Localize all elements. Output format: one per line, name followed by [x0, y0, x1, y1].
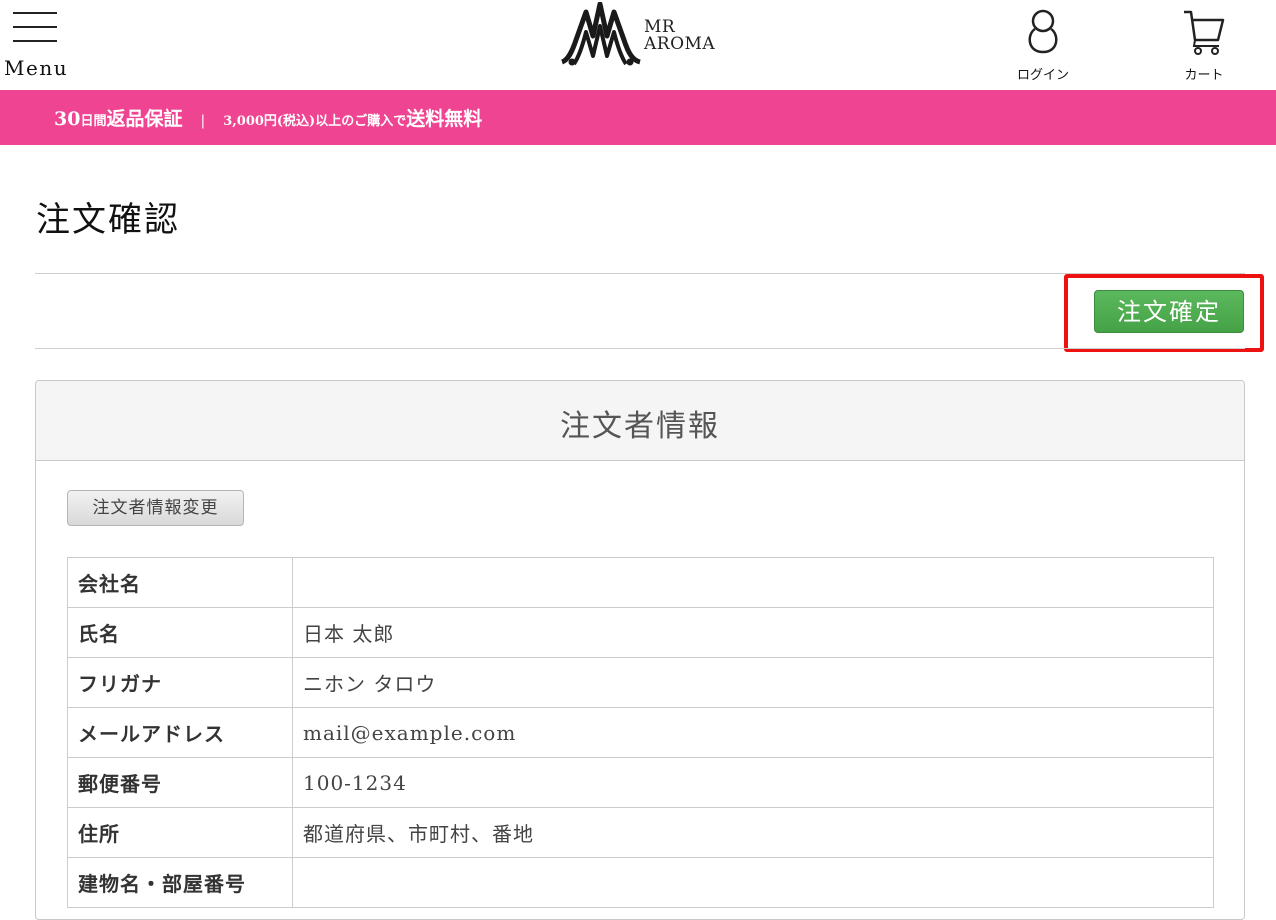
cart-button[interactable]: カート	[1168, 6, 1240, 86]
banner-days-unit: 日間	[80, 114, 107, 129]
banner-separator: |	[200, 113, 206, 129]
table-row: フリガナ ニホン タロウ	[67, 657, 1214, 708]
user-icon	[1028, 9, 1058, 54]
row-label: 住所	[67, 807, 293, 858]
logo-text: MR AROMA	[644, 19, 715, 53]
panel-header: 注文者情報	[36, 381, 1244, 461]
menu-label: Menu	[4, 56, 69, 80]
table-row: 氏名 日本 太郎	[67, 607, 1214, 658]
menu-icon	[13, 12, 57, 42]
table-row: 会社名	[67, 557, 1214, 608]
banner-guarantee: 返品保証	[106, 108, 183, 130]
row-label: 郵便番号	[67, 757, 293, 808]
table-row: メールアドレス mail@example.com	[67, 707, 1214, 758]
row-value: 都道府県、市町村、番地	[292, 807, 1214, 858]
row-value: ニホン タロウ	[292, 657, 1214, 708]
row-value: 日本 太郎	[292, 607, 1214, 658]
banner-free-shipping: 送料無料	[406, 108, 483, 130]
divider	[35, 273, 1245, 274]
site-header: Menu MR AROMA ログイン カート	[0, 0, 1276, 90]
row-label: 氏名	[67, 607, 293, 658]
row-label: 建物名・部屋番号	[67, 857, 293, 908]
row-value	[292, 857, 1214, 908]
row-label: メールアドレス	[67, 707, 293, 758]
logo-mark-icon	[560, 2, 641, 66]
site-logo[interactable]: MR AROMA	[560, 2, 730, 68]
confirm-order-button[interactable]: 注文確定	[1094, 290, 1244, 333]
orderer-info-table: 会社名 氏名 日本 太郎 フリガナ ニホン タロウ メールアドレス mail@e…	[67, 557, 1214, 908]
edit-orderer-info-button[interactable]: 注文者情報変更	[67, 490, 244, 526]
table-row: 住所 都道府県、市町村、番地	[67, 807, 1214, 858]
banner-purchase-text: 3,000円(税込)以上のご購入で	[223, 114, 407, 129]
cart-label: カート	[1184, 68, 1224, 83]
page-title: 注文確認	[36, 200, 180, 240]
row-label: フリガナ	[67, 657, 293, 708]
row-value	[292, 557, 1214, 608]
cart-icon	[1184, 10, 1225, 55]
promo-banner: 30日間返品保証 | 3,000円(税込)以上のご購入で送料無料	[0, 90, 1276, 145]
row-label: 会社名	[67, 557, 293, 608]
row-value: 100-1234	[292, 757, 1214, 808]
logo-line-2: AROMA	[644, 34, 716, 54]
divider	[35, 348, 1245, 349]
login-label: ログイン	[1016, 68, 1069, 83]
table-row: 郵便番号 100-1234	[67, 757, 1214, 808]
row-value: mail@example.com	[292, 707, 1214, 758]
orderer-info-panel: 注文者情報 注文者情報変更 会社名 氏名 日本 太郎 フリガナ ニホン タロウ …	[35, 380, 1245, 920]
table-row: 建物名・部屋番号	[67, 857, 1214, 908]
banner-days-number: 30	[54, 108, 81, 130]
menu-button[interactable]: Menu	[0, 0, 70, 86]
promo-text: 30日間返品保証 | 3,000円(税込)以上のご購入で送料無料	[54, 104, 482, 131]
panel-title: 注文者情報	[560, 409, 720, 444]
login-button[interactable]: ログイン	[1003, 6, 1083, 86]
